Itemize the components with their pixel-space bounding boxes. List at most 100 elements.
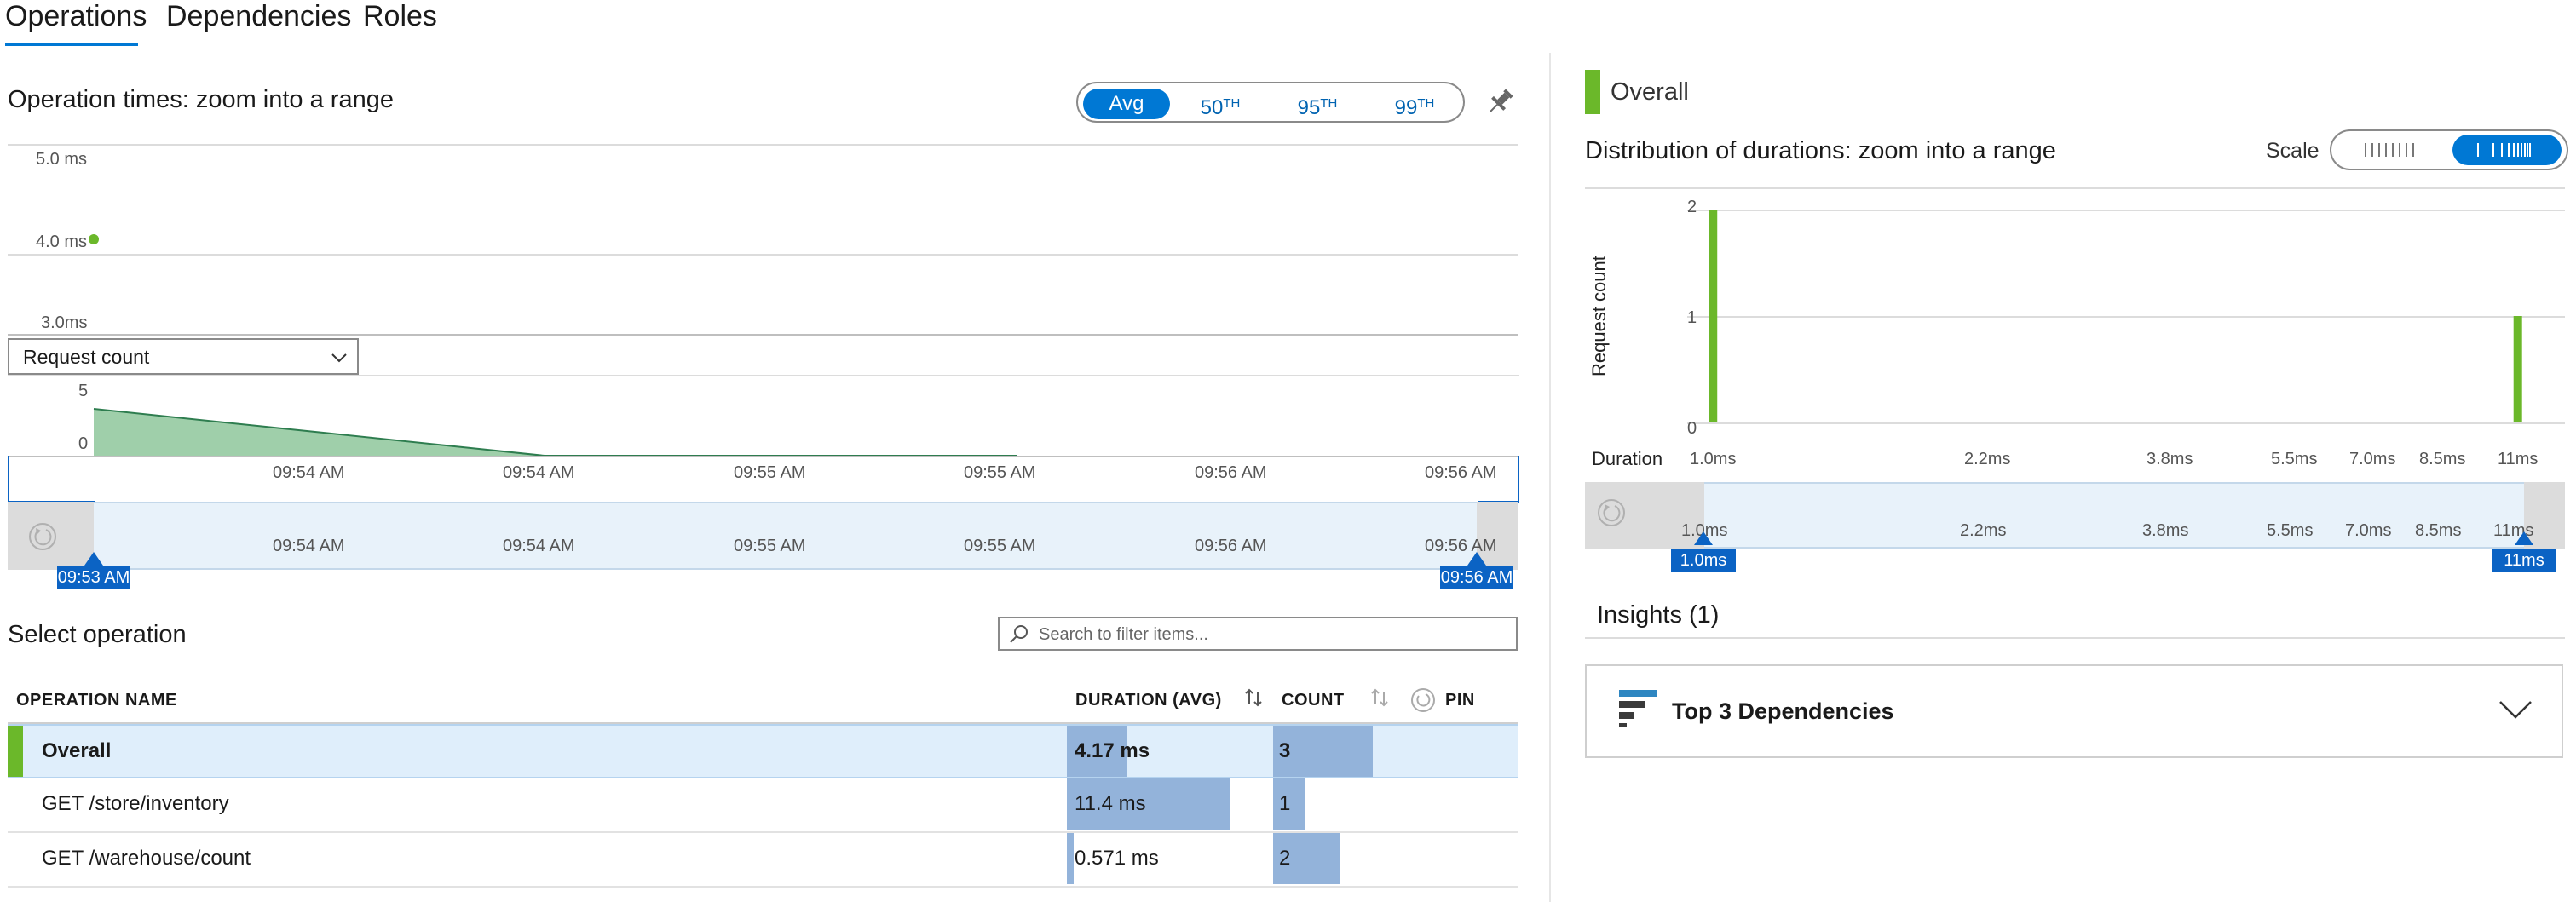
gridline [8,144,1518,146]
x-tick-label: 8.5ms [2415,521,2462,540]
chevron-down-icon [330,348,349,371]
tab-operations[interactable]: Operations [5,0,147,33]
scale-label: Scale [2266,139,2320,163]
column-header-count[interactable]: COUNT [1282,691,1345,710]
x-axis-label: Duration [1592,448,1663,469]
percentile-99-button[interactable]: 99TH [1376,89,1453,119]
x-tick-label: 09:55 AM [734,537,806,555]
y-tick-label: 5.0 ms [36,150,88,169]
percentile-selector: Avg 50TH 95TH 99TH [1076,82,1465,123]
brush-start-handle[interactable] [84,552,103,566]
distribution-bar[interactable] [1709,210,1718,422]
x-tick-label: 09:54 AM [503,537,575,555]
brush-end-handle[interactable] [2515,531,2533,545]
scale-log-option[interactable] [2452,135,2562,165]
x-tick-label: 7.0ms [2349,450,2396,468]
table-row[interactable]: GET /warehouse/count 0.571 ms 2 [8,833,1518,888]
insight-card-title: Top 3 Dependencies [1672,698,1894,724]
column-header-operation-name[interactable]: OPERATION NAME [16,691,177,710]
search-placeholder: Search to filter items... [1039,625,1208,644]
metric-dropdown[interactable]: Request count [8,338,359,375]
table-row-overall[interactable]: Overall 4.17 ms 3 [8,724,1518,778]
insights-divider [1585,637,2565,639]
legend-label: Overall [1611,78,1689,106]
duration-distribution-chart[interactable] [1585,196,2565,443]
brush-end-label: 09:56 AM [1440,566,1513,589]
x-tick-label: 09:56 AM [1195,463,1267,482]
sort-icon[interactable] [1242,687,1265,713]
x-tick-label: 7.0ms [2345,521,2392,540]
time-range-brush[interactable] [8,502,1518,570]
tab-roles[interactable]: Roles [363,0,437,33]
brush-start-label: 1.0ms [1671,549,1736,572]
distribution-title: Distribution of durations: zoom into a r… [1585,137,2056,164]
scale-linear-option[interactable] [2348,136,2442,164]
x-tick-label: 09:54 AM [273,463,345,482]
duration-bar [1067,833,1074,884]
insights-title: Insights (1) [1597,601,1720,629]
operation-name: GET /store/inventory [42,792,229,815]
brush-end-handle[interactable] [1467,552,1486,566]
chevron-down-icon[interactable] [2498,698,2533,727]
duration-value: 4.17 ms [1075,739,1150,762]
legend-color-swatch [1585,70,1600,114]
reset-zoom-icon[interactable] [27,521,58,556]
y-tick-label: 2 [1687,198,1697,216]
count-value: 1 [1279,792,1291,815]
percentile-avg-button[interactable]: Avg [1083,89,1170,119]
x-tick-label: 09:56 AM [1425,463,1497,482]
log-scale-icon [2477,143,2531,157]
x-tick-label: 1.0ms [1690,450,1737,468]
operation-search-input[interactable]: Search to filter items... [998,617,1518,651]
gridline [8,334,1518,336]
operation-name: Overall [42,739,112,762]
distribution-bar[interactable] [2513,316,2522,422]
panel-divider [1549,53,1551,902]
column-header-duration[interactable]: DURATION (AVG) [1075,691,1222,710]
search-icon [1008,623,1030,650]
y-tick-label: 4.0 ms [36,233,88,251]
pin-icon[interactable] [1481,83,1519,121]
operation-name: GET /warehouse/count [42,847,251,870]
x-tick-label: 8.5ms [2419,450,2466,468]
sort-icon[interactable] [1369,687,1391,713]
operation-times-title: Operation times: zoom into a range [8,86,394,113]
percentile-50-button[interactable]: 50TH [1182,89,1259,119]
x-tick-label: 5.5ms [2271,450,2318,468]
tab-dependencies[interactable]: Dependencies [166,0,351,33]
x-tick-label: 2.2ms [1964,450,2011,468]
table-row[interactable]: GET /store/inventory 11.4 ms 1 [8,778,1518,833]
gridline [8,254,1518,256]
count-value: 2 [1279,847,1291,870]
y-tick-label: 0 [1687,419,1697,438]
x-tick-label: 11ms [2498,450,2539,468]
gridline [1687,316,2565,318]
duration-value: 0.571 ms [1075,847,1159,870]
reset-zoom-icon[interactable] [1596,497,1627,532]
y-tick-label: 3.0ms [41,313,88,332]
insight-card-top-dependencies[interactable]: Top 3 Dependencies [1585,664,2563,758]
row-color-indicator [8,726,23,777]
brush-end-label: 11ms [2492,549,2556,572]
count-value: 3 [1279,739,1291,762]
gridline [1687,210,2565,211]
x-tick-label: 09:55 AM [734,463,806,482]
x-tick-label: 09:56 AM [1195,537,1267,555]
gridline [1687,422,2565,424]
brush-start-handle[interactable] [1694,531,1713,545]
column-header-pin: PIN [1445,691,1475,710]
x-tick-label: 09:55 AM [964,537,1036,555]
request-count-chart[interactable] [8,375,1519,503]
x-tick-label: 5.5ms [2267,521,2314,540]
active-tab-indicator [5,43,138,46]
percentile-95-button[interactable]: 95TH [1279,89,1356,119]
x-tick-label: 09:54 AM [273,537,345,555]
select-operation-title: Select operation [8,621,187,648]
dependencies-icon [1619,690,1657,727]
y-tick-label: 1 [1687,308,1697,327]
metric-dropdown-value: Request count [23,346,150,368]
x-tick-label: 3.8ms [2147,450,2193,468]
pin-column-icon [1409,687,1437,718]
x-tick-label: 2.2ms [1960,521,2007,540]
duration-data-point[interactable] [89,234,99,244]
